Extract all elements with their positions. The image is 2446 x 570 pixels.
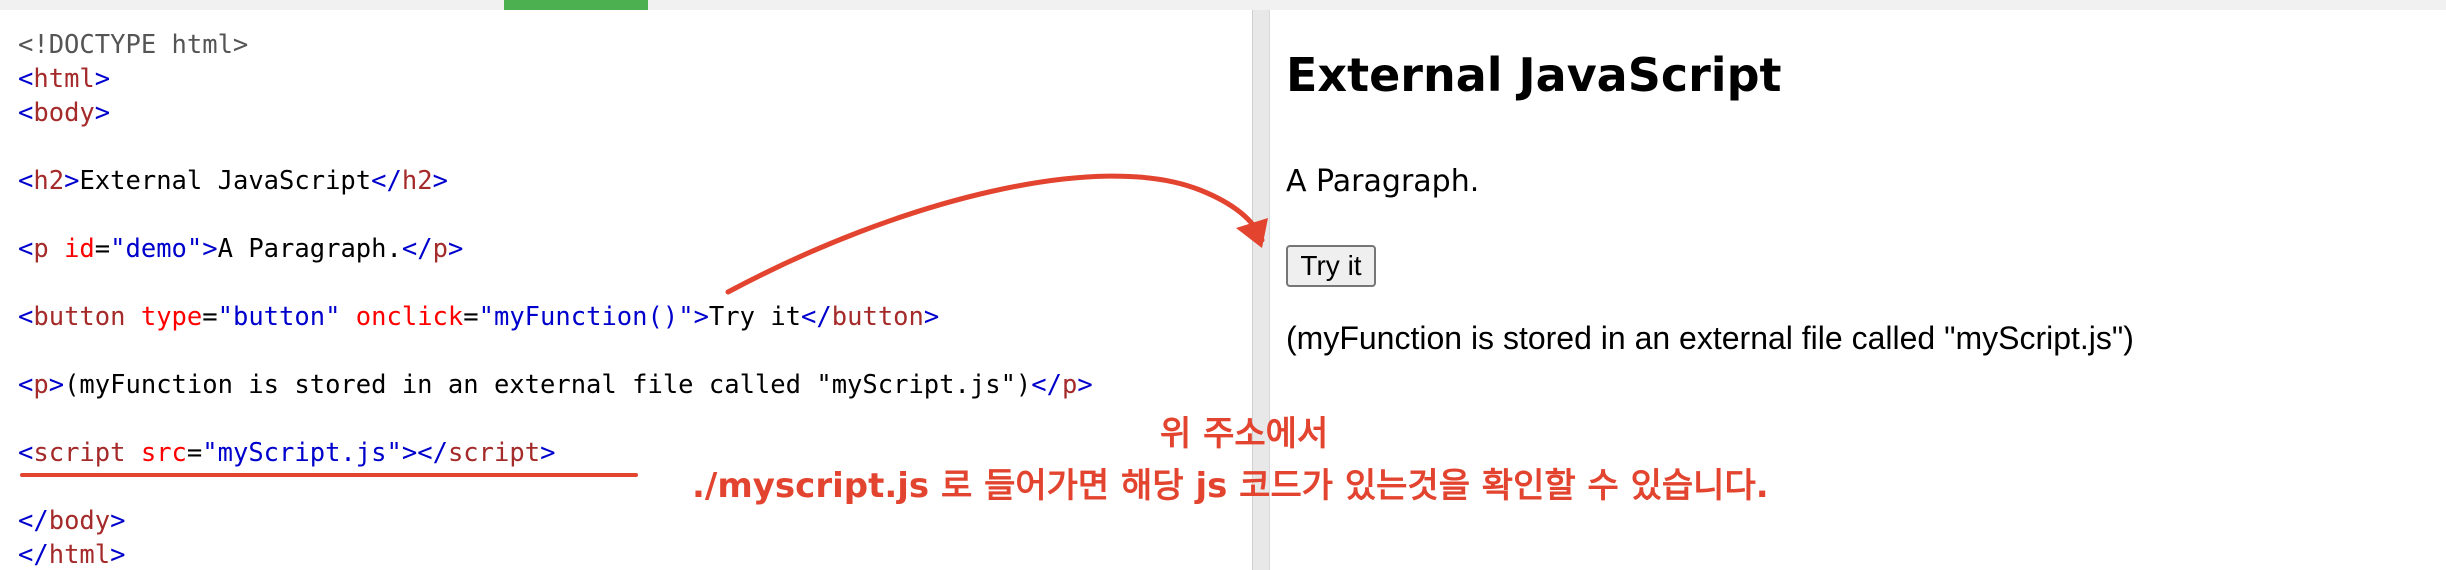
annotation-line-1: 위 주소에서: [1160, 414, 1329, 454]
annotation-line-2: ./myscript.js 로 들어가면 해당 js 코드가 있는것을 확인할 …: [692, 466, 1769, 506]
